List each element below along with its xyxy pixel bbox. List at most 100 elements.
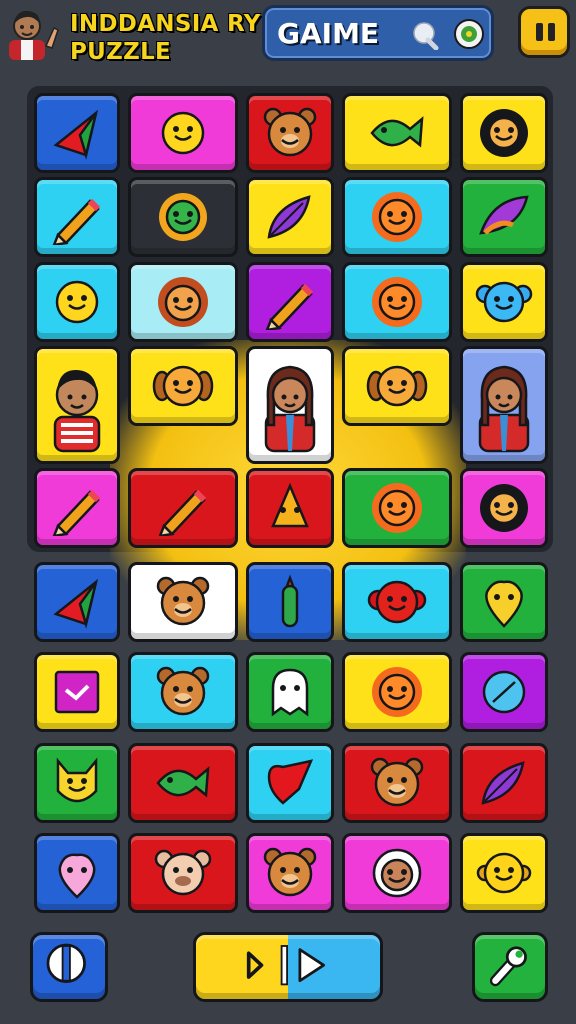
tile-r1-c4[interactable] [342, 93, 452, 173]
kite-icon [53, 109, 99, 160]
pig-face-icon [154, 849, 212, 896]
tile-r3-c1[interactable] [34, 262, 120, 342]
title-line-1: INDDANSIA RY [70, 11, 261, 37]
play-button[interactable] [193, 932, 383, 1002]
tile-r2-c5[interactable] [460, 177, 548, 257]
tile-r4-c3[interactable] [246, 346, 334, 464]
tile-r5-c1[interactable] [34, 468, 120, 548]
tile-r3-c4[interactable] [342, 262, 452, 342]
monkey-face-icon [367, 580, 427, 624]
wrench-icon [489, 946, 527, 987]
top-bar: INDDANSIA RY PUZZLE GAIME [0, 0, 576, 70]
cactus-icon [281, 574, 299, 628]
bulb-icon[interactable] [411, 20, 441, 50]
tile-r7-c3[interactable] [246, 652, 334, 732]
tile-r7-c2[interactable] [128, 652, 238, 732]
sun-face-icon [372, 192, 422, 242]
tile-r1-c2[interactable] [128, 93, 238, 173]
kite-icon [53, 578, 99, 629]
smiley-icon [161, 111, 205, 155]
pause-button[interactable] [518, 6, 570, 58]
bear-face-icon [156, 666, 210, 716]
tile-r5-c2[interactable] [128, 468, 238, 548]
switch-icon [46, 943, 86, 983]
leaf-icon [482, 670, 526, 714]
tile-r6-c5[interactable] [460, 562, 548, 642]
cat-face-icon [56, 757, 98, 803]
game-mode-label: GAIME [277, 17, 380, 50]
fish-icon [370, 116, 424, 148]
tile-r2-c4[interactable] [342, 177, 452, 257]
tile-r8-c4[interactable] [342, 743, 452, 823]
target-icon[interactable] [453, 18, 485, 50]
round-face-icon [476, 852, 532, 894]
sun-face-icon [372, 277, 422, 327]
tile-r3-c3[interactable] [246, 262, 334, 342]
game-mode-panel[interactable]: GAIME [262, 5, 494, 61]
tile-r5-c4[interactable] [342, 468, 452, 548]
tile-r4-c4[interactable] [342, 346, 452, 426]
tile-r9-c1[interactable] [34, 833, 120, 913]
tile-r8-c3[interactable] [246, 743, 334, 823]
drop-face-icon [485, 580, 523, 628]
tile-r2-c3[interactable] [246, 177, 334, 257]
boy-icon [53, 369, 101, 453]
pencil-icon [158, 489, 207, 536]
feather-icon [267, 195, 311, 239]
wrench-button[interactable] [472, 932, 548, 1002]
player-avatar-icon[interactable] [6, 6, 60, 62]
tile-r5-c3[interactable] [246, 468, 334, 548]
tile-r7-c5[interactable] [460, 652, 548, 732]
tile-r1-c1[interactable] [34, 93, 120, 173]
pencil-icon [265, 283, 314, 330]
tile-r7-c4[interactable] [342, 652, 452, 732]
tile-r1-c5[interactable] [460, 93, 548, 173]
tile-r9-c4[interactable] [342, 833, 452, 913]
tile-r8-c1[interactable] [34, 743, 120, 823]
checkbox-icon [54, 670, 100, 714]
pencil-icon [52, 489, 101, 536]
tile-r4-c1[interactable] [34, 346, 120, 464]
leaf-bird-icon [479, 195, 529, 235]
tile-r9-c5[interactable] [460, 833, 548, 913]
tile-r6-c2[interactable] [128, 562, 238, 642]
smiley-icon [55, 280, 99, 324]
tile-r5-c5[interactable] [460, 468, 548, 548]
tile-r2-c1[interactable] [34, 177, 120, 257]
tile-r6-c4[interactable] [342, 562, 452, 642]
tile-r8-c5[interactable] [460, 743, 548, 823]
sunflower-face-icon [480, 484, 528, 532]
ghost-icon [271, 668, 309, 717]
sunflower-face-icon [480, 109, 528, 157]
fish-icon [156, 766, 210, 798]
blue-blob-face-icon [475, 281, 533, 323]
tile-r8-c2[interactable] [128, 743, 238, 823]
feather-icon [481, 761, 525, 805]
tile-r6-c3[interactable] [246, 562, 334, 642]
tile-r6-c1[interactable] [34, 562, 120, 642]
tile-r3-c5[interactable] [460, 262, 548, 342]
heart-kite-icon [267, 759, 314, 805]
bear-face-icon [156, 576, 210, 626]
tile-r7-c1[interactable] [34, 652, 120, 732]
puppy-face-icon [152, 365, 214, 407]
girl-face-icon [372, 848, 422, 898]
tile-r2-c2[interactable] [128, 177, 238, 257]
tile-r3-c2[interactable] [128, 262, 238, 342]
tile-r9-c2[interactable] [128, 833, 238, 913]
switch-button[interactable] [30, 932, 108, 1002]
pencil-icon [52, 198, 101, 245]
girl-icon [264, 365, 316, 453]
tile-r4-c5[interactable] [460, 346, 548, 464]
sun-face-icon [372, 483, 422, 533]
tile-r1-c3[interactable] [246, 93, 334, 173]
pink-drop-icon [58, 853, 96, 899]
sun-face-icon [372, 667, 422, 717]
title-line-2: PUZZLE [70, 39, 172, 65]
girl-icon [478, 365, 530, 453]
green-sun-face-icon [159, 193, 207, 241]
tile-r9-c3[interactable] [246, 833, 334, 913]
lion-face-icon [158, 277, 208, 327]
tile-r4-c2[interactable] [128, 346, 238, 426]
game-title: INDDANSIA RY PUZZLE [70, 10, 260, 66]
